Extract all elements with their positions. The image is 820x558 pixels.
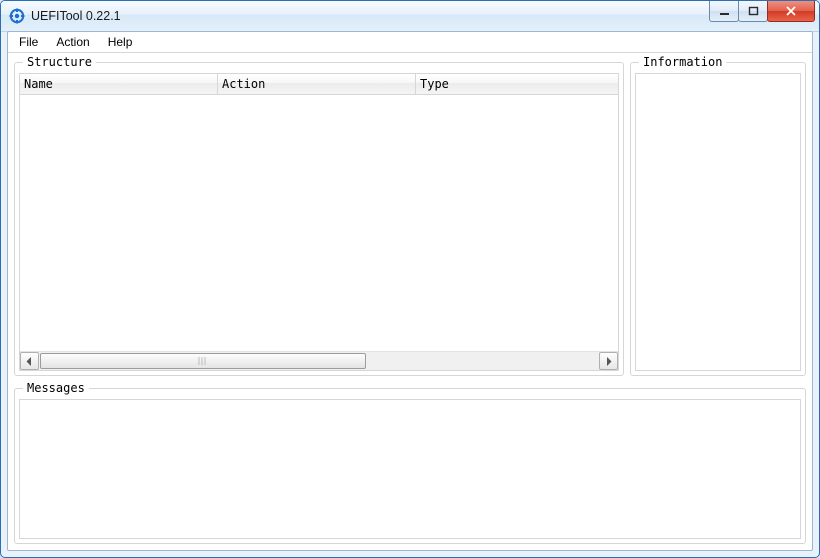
structure-panel-title: Structure: [23, 55, 96, 69]
structure-panel: Structure Name Action Type: [14, 62, 624, 376]
column-header-name[interactable]: Name: [20, 74, 218, 94]
chevron-left-icon: [26, 357, 33, 366]
messages-panel: Messages: [14, 388, 806, 544]
scroll-thumb[interactable]: [40, 353, 366, 369]
structure-tree[interactable]: Name Action Type: [19, 73, 619, 371]
window-title: UEFITool 0.22.1: [31, 9, 121, 23]
menubar: File Action Help: [8, 32, 812, 53]
structure-column-headers: Name Action Type: [20, 74, 618, 95]
menu-action[interactable]: Action: [47, 32, 98, 52]
column-header-action[interactable]: Action: [218, 74, 416, 94]
menu-file[interactable]: File: [10, 32, 47, 52]
information-content[interactable]: [635, 73, 801, 371]
app-window: UEFITool 0.22.1 File Action Help: [0, 0, 820, 558]
information-panel: Information: [630, 62, 806, 376]
scroll-track[interactable]: [40, 353, 598, 369]
minimize-button[interactable]: [709, 1, 739, 22]
scroll-left-button[interactable]: [20, 352, 39, 370]
menu-help[interactable]: Help: [99, 32, 142, 52]
scroll-right-button[interactable]: [599, 352, 618, 370]
information-panel-title: Information: [639, 55, 726, 69]
structure-horizontal-scrollbar[interactable]: [20, 351, 618, 370]
structure-tree-body[interactable]: [20, 95, 618, 351]
column-header-type[interactable]: Type: [416, 74, 618, 94]
maximize-icon: [748, 6, 759, 17]
scroll-grip-icon: [198, 357, 207, 365]
messages-panel-title: Messages: [23, 381, 89, 395]
close-button[interactable]: [767, 1, 815, 22]
chevron-right-icon: [605, 357, 612, 366]
titlebar[interactable]: UEFITool 0.22.1: [1, 1, 819, 32]
app-icon: [9, 8, 25, 24]
maximize-button[interactable]: [738, 1, 768, 22]
messages-content[interactable]: [19, 399, 801, 539]
close-icon: [785, 5, 797, 17]
main-body: Structure Name Action Type: [8, 52, 812, 550]
client-area: File Action Help Structure Name Action T…: [7, 31, 813, 551]
minimize-icon: [719, 6, 730, 17]
window-controls: [710, 1, 815, 22]
